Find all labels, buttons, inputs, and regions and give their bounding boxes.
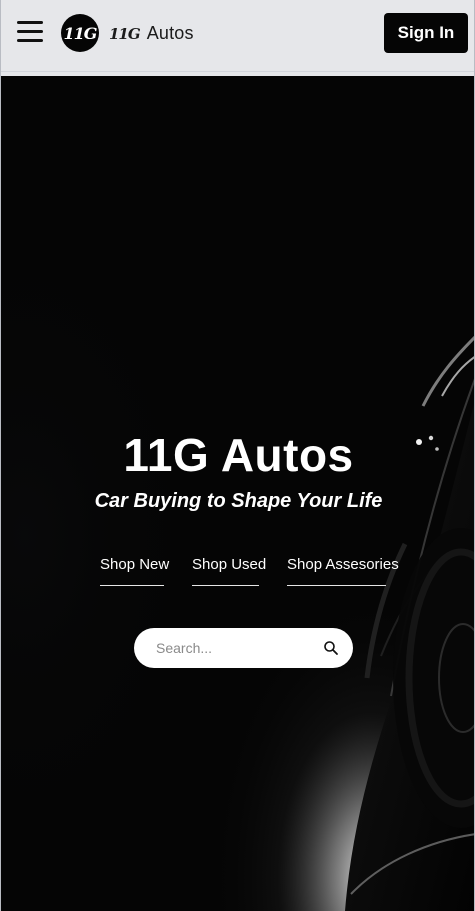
hero-title: 11G Autos [123,428,354,481]
logo-mark: 11G [61,14,99,52]
shop-new-link[interactable]: Shop New [100,554,169,586]
menu-line-middle [17,30,43,33]
sign-in-button[interactable]: Sign In [384,13,468,53]
app-screen: 11G 11G Autos Sign In 11G Autos Car Buyi… [0,0,475,911]
hero-section: 11G Autos Car Buying to Shape Your Life … [1,76,474,911]
brand-name: 11G Autos [109,23,194,44]
shop-links-nav: Shop New Shop Used Shop Assesories [1,554,474,590]
search-input[interactable] [154,636,323,660]
brand-name-text: Autos [146,22,194,43]
search-bar [134,628,353,668]
search-icon[interactable] [323,640,339,656]
shop-accessories-link[interactable]: Shop Assesories [287,554,399,586]
hamburger-menu-icon[interactable] [17,20,43,44]
menu-line-top [17,21,43,24]
shop-used-link[interactable]: Shop Used [192,554,266,586]
brand-mark: 11G [109,24,141,43]
top-header: 11G 11G Autos Sign In [1,0,474,72]
hero-tagline: Car Buying to Shape Your Life [94,490,383,512]
brand-logo-link[interactable]: 11G 11G Autos [61,14,194,52]
logo-mark-text: 11G [63,23,98,43]
menu-line-bottom [17,39,43,42]
